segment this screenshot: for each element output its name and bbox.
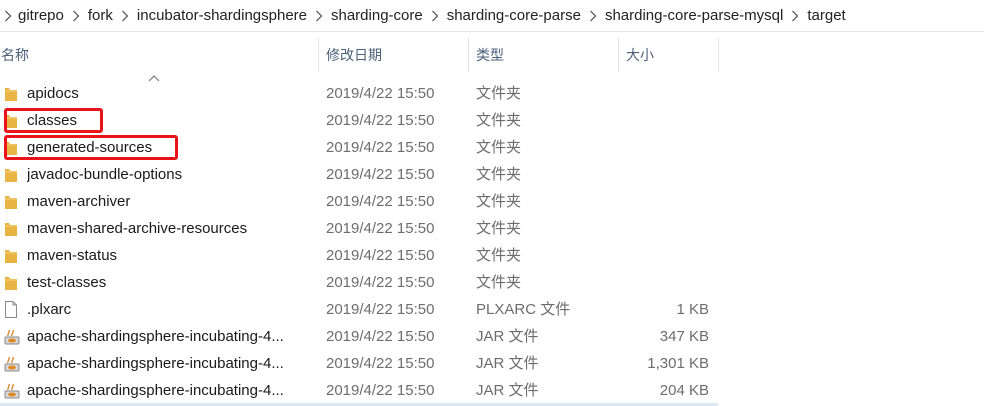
file-size <box>620 134 709 161</box>
breadcrumb-item-gitrepo[interactable]: gitrepo <box>16 0 68 31</box>
file-size <box>620 242 709 269</box>
file-size <box>620 215 709 242</box>
file-modified-date: 2019/4/22 15:50 <box>326 382 435 399</box>
file-row[interactable]: maven-status 2019/4/22 15:50 文件夹 <box>0 242 984 269</box>
breadcrumb-item-sharding-core[interactable]: sharding-core <box>327 0 427 31</box>
file-list: apidocs 2019/4/22 15:50 文件夹 classes 2019/4/2… <box>0 80 984 404</box>
chevron-right-icon[interactable] <box>68 0 84 31</box>
file-name[interactable]: maven-archiver <box>27 188 312 215</box>
file-size: 1 KB <box>676 301 709 318</box>
file-type: 文件夹 <box>476 85 522 102</box>
breadcrumb-item-target[interactable]: target <box>803 0 849 31</box>
folder-icon <box>4 161 20 188</box>
file-modified-date: 2019/4/22 15:50 <box>326 85 435 102</box>
file-type: JAR 文件 <box>476 382 539 399</box>
jar-icon <box>4 323 20 350</box>
file-icon <box>4 296 20 323</box>
file-name[interactable]: maven-status <box>27 242 312 269</box>
jar-icon <box>4 377 20 404</box>
folder-icon <box>4 80 20 107</box>
file-row[interactable]: maven-archiver 2019/4/22 15:50 文件夹 <box>0 188 984 215</box>
file-modified-date: 2019/4/22 15:50 <box>326 247 435 264</box>
file-modified-date: 2019/4/22 15:50 <box>326 355 435 372</box>
file-modified-date: 2019/4/22 15:50 <box>326 328 435 345</box>
file-modified-date: 2019/4/22 15:50 <box>326 139 435 156</box>
file-name[interactable]: generated-sources <box>27 134 312 161</box>
file-name[interactable]: apache-shardingsphere-incubating-4... <box>27 350 312 377</box>
file-name[interactable]: apidocs <box>27 80 312 107</box>
folder-icon <box>4 107 20 134</box>
file-modified-date: 2019/4/22 15:50 <box>326 166 435 183</box>
file-name[interactable]: maven-shared-archive-resources <box>27 215 312 242</box>
column-header-type[interactable]: 类型 <box>469 38 619 72</box>
folder-icon <box>4 188 20 215</box>
file-type: 文件夹 <box>476 193 522 210</box>
column-header-name[interactable]: 名称 <box>0 38 319 72</box>
file-type: 文件夹 <box>476 166 522 183</box>
breadcrumb-item-sharding-core-parse[interactable]: sharding-core-parse <box>443 0 585 31</box>
file-type: 文件夹 <box>476 274 522 291</box>
file-row[interactable]: classes 2019/4/22 15:50 文件夹 <box>0 107 984 134</box>
chevron-right-icon[interactable] <box>0 0 16 31</box>
jar-icon <box>4 350 20 377</box>
file-modified-date: 2019/4/22 15:50 <box>326 193 435 210</box>
file-name[interactable]: javadoc-bundle-options <box>27 161 312 188</box>
folder-icon <box>4 134 20 161</box>
file-type: PLXARC 文件 <box>476 301 571 318</box>
file-size <box>620 80 709 107</box>
file-type: 文件夹 <box>476 139 522 156</box>
file-name[interactable]: .plxarc <box>27 296 312 323</box>
file-size <box>620 188 709 215</box>
column-header-date[interactable]: 修改日期 <box>319 38 469 72</box>
file-row[interactable]: generated-sources 2019/4/22 15:50 文件夹 <box>0 134 984 161</box>
chevron-right-icon[interactable] <box>117 0 133 31</box>
file-row[interactable]: test-classes 2019/4/22 15:50 文件夹 <box>0 269 984 296</box>
breadcrumb-item-sharding-core-parse-mysql[interactable]: sharding-core-parse-mysql <box>601 0 787 31</box>
file-row[interactable]: apache-shardingsphere-incubating-4... 201… <box>0 350 984 377</box>
file-row[interactable]: apache-shardingsphere-incubating-4... 201… <box>0 323 984 350</box>
breadcrumb-item-incubator-shardingsphere[interactable]: incubator-shardingsphere <box>133 0 311 31</box>
file-size: 1,301 KB <box>647 355 709 372</box>
file-row[interactable]: apache-shardingsphere-incubating-4... 201… <box>0 377 984 404</box>
file-row[interactable]: javadoc-bundle-options 2019/4/22 15:50 文件夹 <box>0 161 984 188</box>
file-size: 347 KB <box>659 328 709 345</box>
breadcrumb: gitrepo fork incubator-shardingsphere sh… <box>0 0 984 32</box>
file-name[interactable]: apache-shardingsphere-incubating-4... <box>27 377 312 404</box>
file-modified-date: 2019/4/22 15:50 <box>326 112 435 129</box>
file-size: 204 KB <box>659 382 709 399</box>
file-row[interactable]: maven-shared-archive-resources 2019/4/22 … <box>0 215 984 242</box>
file-explorer-window: gitrepo fork incubator-shardingsphere sh… <box>0 0 984 406</box>
folder-icon <box>4 242 20 269</box>
breadcrumb-item-fork[interactable]: fork <box>84 0 117 31</box>
chevron-right-icon[interactable] <box>787 0 803 31</box>
folder-icon <box>4 215 20 242</box>
file-modified-date: 2019/4/22 15:50 <box>326 301 435 318</box>
file-modified-date: 2019/4/22 15:50 <box>326 220 435 237</box>
file-type: 文件夹 <box>476 112 522 129</box>
file-type: JAR 文件 <box>476 328 539 345</box>
file-type: JAR 文件 <box>476 355 539 372</box>
file-type: 文件夹 <box>476 220 522 237</box>
file-size <box>620 107 709 134</box>
column-header-size[interactable]: 大小 <box>619 38 719 72</box>
file-size <box>620 161 709 188</box>
chevron-right-icon[interactable] <box>585 0 601 31</box>
file-modified-date: 2019/4/22 15:50 <box>326 274 435 291</box>
file-size <box>620 269 709 296</box>
file-row[interactable]: .plxarc 2019/4/22 15:50 PLXARC 文件 1 KB <box>0 296 984 323</box>
file-type: 文件夹 <box>476 247 522 264</box>
file-name[interactable]: apache-shardingsphere-incubating-4... <box>27 323 312 350</box>
file-name[interactable]: classes <box>27 107 312 134</box>
column-header-row: 名称 修改日期 类型 大小 <box>0 38 984 82</box>
file-row[interactable]: apidocs 2019/4/22 15:50 文件夹 <box>0 80 984 107</box>
folder-icon <box>4 269 20 296</box>
chevron-right-icon[interactable] <box>427 0 443 31</box>
file-name[interactable]: test-classes <box>27 269 312 296</box>
chevron-right-icon[interactable] <box>311 0 327 31</box>
